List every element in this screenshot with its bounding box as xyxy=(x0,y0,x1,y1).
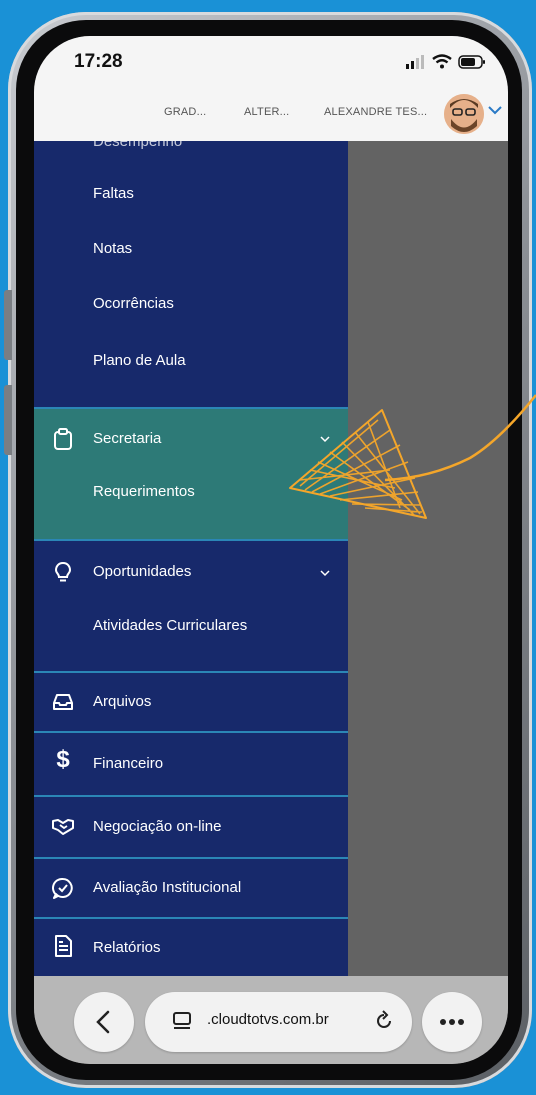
chevron-left-icon xyxy=(96,1010,110,1034)
handshake-icon xyxy=(52,819,74,835)
menu-item-negociacao-online[interactable]: Negociação on-line xyxy=(34,797,348,857)
battery-icon xyxy=(458,54,485,69)
tab-view-icon xyxy=(173,1012,191,1029)
menu-item-arquivos[interactable]: Arquivos xyxy=(34,673,348,731)
status-icons xyxy=(406,54,486,69)
address-bar[interactable]: .cloudtotvs.com.br xyxy=(145,992,412,1052)
header-user-name[interactable]: ALEXANDRE TES... xyxy=(324,106,427,118)
menu-item-plano-de-aula[interactable]: Plano de Aula xyxy=(93,352,348,382)
menu-item-secretaria[interactable]: Secretaria xyxy=(34,409,348,469)
chevron-down-icon[interactable] xyxy=(487,104,503,116)
menu-item-faltas[interactable]: Faltas xyxy=(93,185,348,215)
lightbulb-icon xyxy=(54,561,72,582)
chat-check-icon xyxy=(52,877,73,899)
menu-item-relatorios[interactable]: Relatórios xyxy=(34,919,348,976)
top-bar: 17:28 GRAD... ALTER... ALEXANDRE TES... xyxy=(34,36,508,141)
app-header: GRAD... ALTER... ALEXANDRE TES... xyxy=(34,92,508,142)
side-menu: Desempenho Faltas Notas Ocorrências Plan… xyxy=(34,141,348,976)
chevron-down-icon[interactable] xyxy=(320,569,330,577)
menu-item-ocorrencias[interactable]: Ocorrências xyxy=(93,295,348,325)
menu-item-notas[interactable]: Notas xyxy=(93,240,348,270)
dollar-icon: $ xyxy=(56,746,70,773)
document-icon xyxy=(55,935,72,957)
header-grad-menu[interactable]: GRAD... xyxy=(164,106,206,118)
status-time: 17:28 xyxy=(74,51,123,72)
back-button[interactable] xyxy=(74,992,134,1052)
more-options-button[interactable] xyxy=(422,992,482,1052)
menu-item-financeiro[interactable]: $ Financeiro xyxy=(34,733,348,795)
chevron-down-icon[interactable] xyxy=(320,435,330,443)
menu-item-atividades-curriculares[interactable]: Atividades Curriculares xyxy=(93,617,348,647)
url-text: .cloudtotvs.com.br xyxy=(207,1011,329,1028)
avatar-face-icon xyxy=(444,94,484,134)
menu-item-avaliacao-institucional[interactable]: Avaliação Institucional xyxy=(34,859,348,917)
menu-item-oportunidades[interactable]: Oportunidades xyxy=(34,541,348,601)
header-alter-menu[interactable]: ALTER... xyxy=(244,106,289,118)
menu-item-requerimentos[interactable]: Requerimentos xyxy=(93,483,348,513)
ellipsis-icon xyxy=(440,1019,464,1025)
reload-icon[interactable] xyxy=(373,1010,395,1032)
phone-screen: 17:28 GRAD... ALTER... ALEXANDRE TES... xyxy=(34,36,508,1064)
avatar[interactable] xyxy=(444,94,484,134)
menu-item-desempenho[interactable]: Desempenho xyxy=(93,141,348,163)
volume-down-button xyxy=(4,385,12,455)
clipboard-icon xyxy=(54,428,72,450)
inbox-icon xyxy=(53,694,73,710)
menu-section-secretaria: Secretaria Requerimentos xyxy=(34,409,348,539)
wifi-icon xyxy=(432,54,452,69)
volume-up-button xyxy=(4,290,12,360)
signal-icon xyxy=(406,54,424,69)
